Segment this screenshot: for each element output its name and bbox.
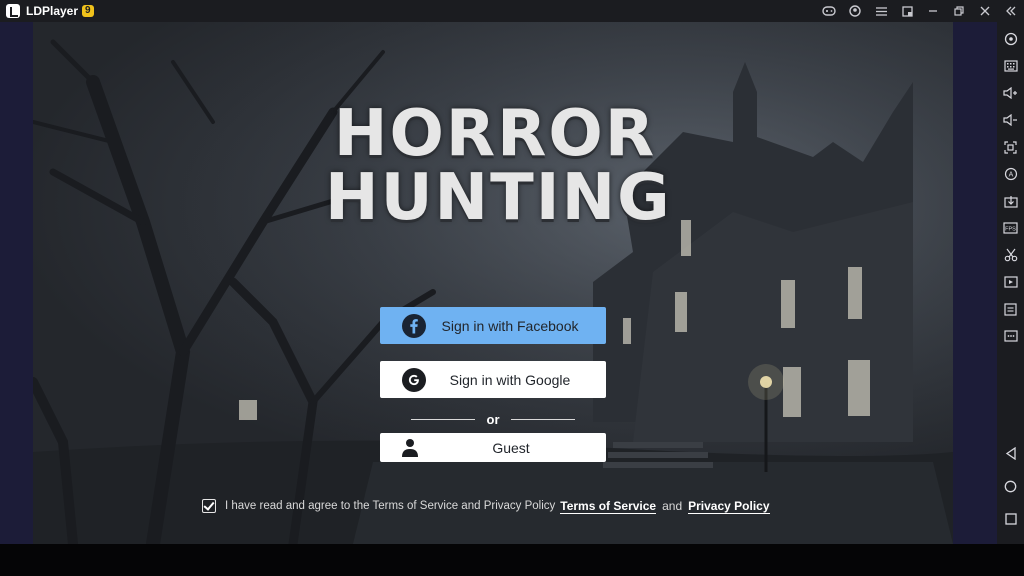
or-text: or <box>486 411 500 427</box>
video-icon[interactable] <box>997 272 1024 292</box>
version-badge: 9 <box>82 5 94 17</box>
privacy-policy-link[interactable]: Privacy Policy <box>688 499 770 514</box>
volume-down-icon[interactable] <box>997 110 1024 130</box>
left-letterbox <box>0 22 33 544</box>
ldplayer-logo-icon <box>6 4 20 18</box>
game-logo: HORROR HUNTING <box>325 97 672 235</box>
screenshot-icon[interactable] <box>997 137 1024 157</box>
double-chevron-icon[interactable] <box>998 0 1024 22</box>
settings-icon[interactable] <box>997 29 1024 49</box>
account-icon[interactable] <box>842 0 868 22</box>
restore-icon[interactable] <box>946 0 972 22</box>
app-logo: LDPlayer 9 <box>6 0 94 22</box>
google-icon <box>402 367 426 392</box>
notes-icon[interactable] <box>997 299 1024 319</box>
terms-row: I have read and agree to the Terms of Se… <box>202 497 770 515</box>
divider-line-right <box>511 418 575 420</box>
window-controls <box>816 0 1024 22</box>
divider-line-left <box>411 418 475 420</box>
terms-of-service-link[interactable]: Terms of Service <box>560 499 657 514</box>
app-name: LDPlayer <box>26 4 79 18</box>
terms-text: I have read and agree to the Terms of Se… <box>225 500 556 512</box>
sign-in-facebook-button[interactable]: Sign in with Facebook <box>380 307 606 344</box>
install-apk-icon[interactable] <box>997 191 1024 211</box>
gamepad-icon[interactable] <box>816 0 842 22</box>
game-title-line-2: HUNTING <box>325 161 672 235</box>
game-title-line-1: HORROR <box>333 97 657 171</box>
svg-text:FPS: FPS <box>1005 227 1016 233</box>
minimize-icon[interactable] <box>920 0 946 22</box>
user-icon <box>402 438 418 458</box>
sign-in-google-button[interactable]: Sign in with Google <box>380 361 606 398</box>
more-icon[interactable] <box>997 326 1024 346</box>
fps-icon[interactable]: FPS <box>997 218 1024 238</box>
menu-icon[interactable] <box>868 0 894 22</box>
or-divider: or <box>411 411 575 427</box>
sync-icon[interactable]: A <box>997 164 1024 184</box>
game-viewport[interactable]: HORROR HUNTING Sign in with Facebook Sig… <box>33 22 953 544</box>
right-letterbox <box>953 22 997 544</box>
facebook-icon <box>402 313 426 338</box>
emulator-sidebar: A FPS <box>997 22 1024 544</box>
screen-record-icon[interactable] <box>894 0 920 22</box>
home-icon[interactable] <box>997 476 1024 496</box>
keyboard-icon[interactable] <box>997 56 1024 76</box>
svg-text:A: A <box>1008 172 1013 179</box>
recent-apps-icon[interactable] <box>997 509 1024 529</box>
scissors-icon[interactable] <box>997 245 1024 265</box>
terms-checkbox[interactable] <box>202 499 216 513</box>
bottom-bar <box>0 544 1024 576</box>
back-icon[interactable] <box>997 443 1024 463</box>
close-icon[interactable] <box>972 0 998 22</box>
title-bar: LDPlayer 9 <box>0 0 1024 22</box>
guest-button[interactable]: Guest <box>380 433 606 462</box>
volume-up-icon[interactable] <box>997 83 1024 103</box>
and-text: and <box>662 499 683 513</box>
